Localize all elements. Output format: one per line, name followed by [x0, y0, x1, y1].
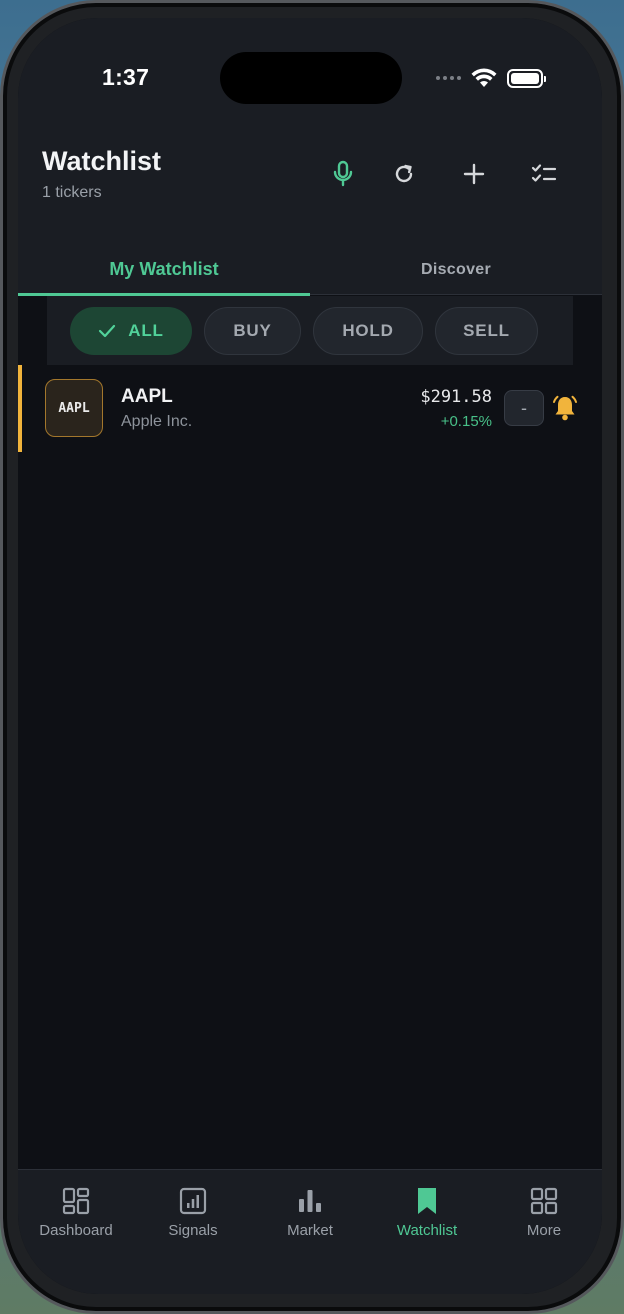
tab-my-watchlist[interactable]: My Watchlist	[18, 244, 310, 295]
signals-icon	[178, 1186, 208, 1216]
nav-watchlist-label: Watchlist	[396, 1222, 458, 1239]
header-area: 1:37 Watchlist 1 tickers My Watchlist Di…	[18, 18, 602, 296]
nav-signals-label: Signals	[168, 1222, 218, 1239]
nav-more[interactable]: More	[486, 1186, 602, 1246]
signal-accent-bar	[18, 365, 22, 452]
microphone-icon	[333, 160, 353, 187]
refresh-button[interactable]	[386, 156, 422, 192]
ticker-change: +0.15%	[440, 413, 492, 430]
tab-discover[interactable]: Discover	[310, 244, 602, 295]
nav-more-label: More	[526, 1222, 562, 1239]
cellular-signal-icon	[436, 76, 461, 80]
dashboard-icon	[61, 1186, 91, 1216]
grid-icon	[529, 1186, 559, 1216]
status-indicators	[436, 66, 546, 90]
ticker-price: $291.58	[420, 387, 492, 407]
company-name: Apple Inc.	[121, 413, 193, 430]
voice-button[interactable]	[325, 156, 361, 192]
market-icon	[295, 1186, 325, 1216]
plus-icon	[463, 163, 485, 185]
signal-filter-bar: ALL BUY HOLD SELL	[47, 296, 573, 365]
bell-ringing-icon	[553, 395, 577, 421]
battery-icon	[507, 68, 546, 88]
nav-watchlist[interactable]: Watchlist	[369, 1186, 485, 1246]
app-screen: 1:37 Watchlist 1 tickers My Watchlist Di…	[18, 18, 602, 1294]
filter-all-label: ALL	[128, 321, 164, 340]
tab-bar: My Watchlist Discover	[18, 244, 602, 296]
watchlist-row[interactable]: AAPL AAPL Apple Inc. $291.58 +0.15% -	[18, 365, 602, 452]
page-title: Watchlist	[42, 146, 162, 176]
bookmark-icon	[412, 1186, 442, 1216]
dynamic-island	[220, 52, 402, 104]
filter-hold-chip[interactable]: HOLD	[313, 307, 423, 355]
remove-ticker-button[interactable]: -	[504, 390, 544, 426]
ticker-symbol: AAPL	[121, 386, 173, 407]
select-mode-button[interactable]	[526, 156, 562, 192]
wifi-icon	[471, 68, 497, 87]
nav-market[interactable]: Market	[252, 1186, 368, 1246]
checklist-icon	[531, 164, 557, 182]
ticker-count: 1 tickers	[42, 184, 102, 201]
nav-dashboard[interactable]: Dashboard	[18, 1186, 134, 1246]
ticker-logo: AAPL	[45, 379, 103, 437]
status-time: 1:37	[102, 64, 150, 90]
nav-market-label: Market	[287, 1222, 333, 1239]
bottom-navigation: Dashboard Signals Market Watchlist More	[18, 1169, 602, 1294]
add-ticker-button[interactable]	[456, 156, 492, 192]
filter-sell-chip[interactable]: SELL	[435, 307, 538, 355]
nav-dashboard-label: Dashboard	[39, 1222, 113, 1239]
nav-signals[interactable]: Signals	[135, 1186, 251, 1246]
refresh-icon	[395, 164, 413, 183]
filter-all-chip[interactable]: ALL	[70, 307, 192, 355]
price-alert-button[interactable]	[550, 391, 580, 425]
filter-buy-chip[interactable]: BUY	[204, 307, 301, 355]
check-icon	[99, 324, 116, 338]
